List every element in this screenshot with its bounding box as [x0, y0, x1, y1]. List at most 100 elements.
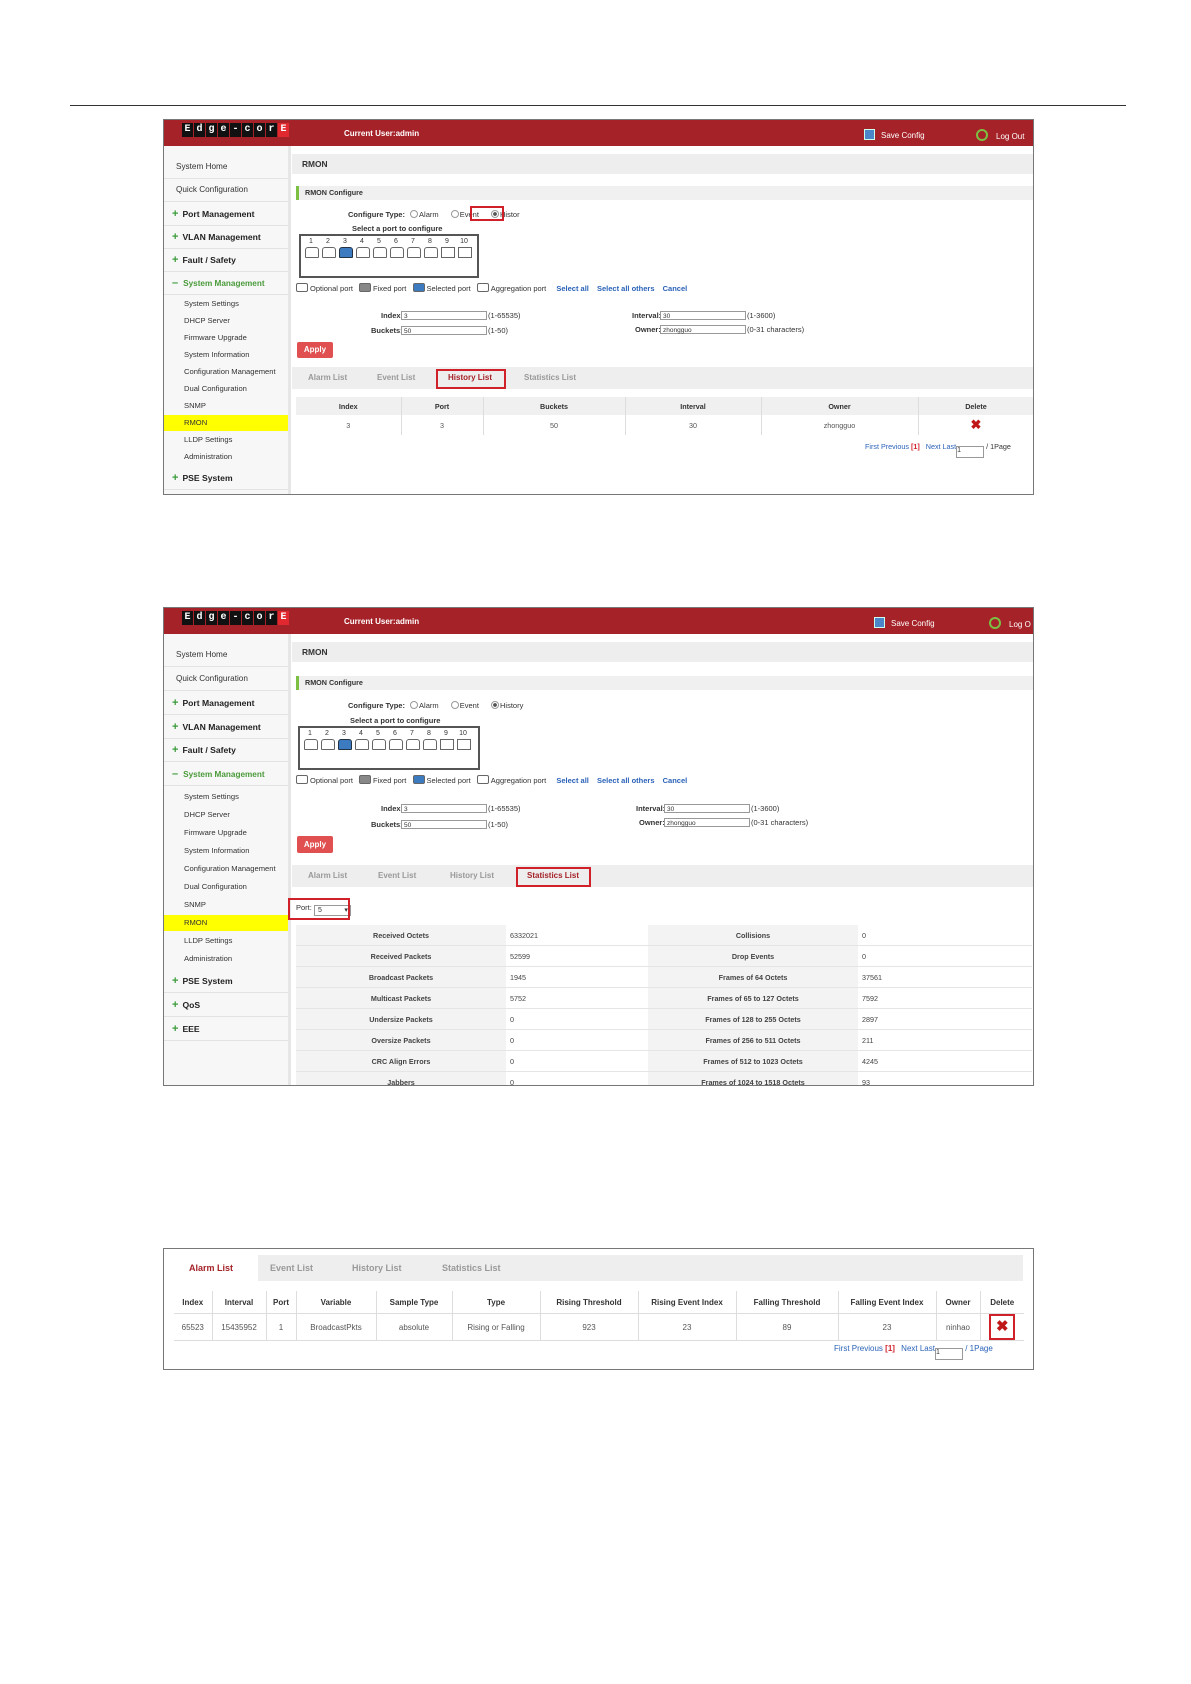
tab-event-list[interactable]: Event List — [270, 1255, 313, 1281]
last-page-link[interactable]: Last — [920, 1344, 935, 1353]
cancel-link[interactable]: Cancel — [663, 776, 688, 785]
port-icon[interactable] — [355, 739, 369, 750]
sidebar-sub-item[interactable]: SNMP — [164, 897, 288, 913]
port-icon[interactable] — [441, 247, 455, 258]
buckets-input[interactable]: 50 — [401, 820, 487, 829]
port-icon[interactable] — [321, 739, 335, 750]
sidebar-quick-config[interactable]: Quick Configuration — [164, 668, 288, 691]
radio-alarm[interactable] — [410, 701, 419, 709]
port-icon[interactable] — [356, 247, 370, 258]
port-icon-selected[interactable] — [338, 739, 352, 750]
sidebar-system-home[interactable]: System Home — [164, 644, 288, 667]
port-icon[interactable] — [457, 739, 471, 750]
sidebar-vlan-management[interactable]: VLAN Management — [164, 716, 288, 739]
sidebar-system-home[interactable]: System Home — [164, 156, 288, 179]
sidebar-sub-item[interactable]: Dual Configuration — [164, 381, 288, 397]
sidebar-vlan-management[interactable]: VLAN Management — [164, 226, 288, 249]
sidebar-pse-system[interactable]: PSE System — [164, 970, 288, 993]
sidebar-sub-item[interactable]: DHCP Server — [164, 807, 288, 823]
tab-history-list[interactable]: History List — [450, 865, 494, 887]
save-config-button[interactable]: Save Config — [874, 617, 935, 628]
sidebar-fault-safety[interactable]: Fault / Safety — [164, 249, 288, 272]
sidebar-sub-item[interactable]: Configuration Management — [164, 364, 288, 380]
port-icon[interactable] — [390, 247, 404, 258]
select-all-others-link[interactable]: Select all others — [597, 284, 655, 293]
port-icon[interactable] — [423, 739, 437, 750]
cancel-link[interactable]: Cancel — [663, 284, 688, 293]
tab-statistics-list[interactable]: Statistics List — [524, 367, 576, 389]
port-icon[interactable] — [406, 739, 420, 750]
apply-button[interactable]: Apply — [297, 342, 333, 358]
tab-statistics-list[interactable]: Statistics List — [442, 1255, 501, 1281]
radio-history[interactable] — [491, 701, 500, 709]
index-input[interactable]: 3 — [401, 311, 487, 320]
owner-input[interactable]: zhongguo — [664, 818, 750, 827]
next-page-link[interactable]: Next — [901, 1344, 917, 1353]
radio-event[interactable] — [450, 701, 459, 709]
tab-event-list[interactable]: Event List — [377, 367, 415, 389]
port-icon[interactable] — [440, 739, 454, 750]
radio-event[interactable] — [450, 210, 459, 218]
select-all-link[interactable]: Select all — [556, 776, 589, 785]
log-out-button[interactable]: Log O — [989, 617, 1031, 629]
sidebar-sub-item[interactable]: SNMP — [164, 398, 288, 414]
sidebar-sub-item[interactable]: Firmware Upgrade — [164, 330, 288, 346]
buckets-input[interactable]: 50 — [401, 326, 487, 335]
sidebar-sub-item[interactable]: Administration — [164, 951, 288, 967]
sidebar-sub-item[interactable]: LLDP Settings — [164, 933, 288, 949]
sidebar-quick-config[interactable]: Quick Configuration — [164, 179, 288, 202]
tab-alarm-list[interactable]: Alarm List — [308, 865, 347, 887]
port-icon[interactable] — [373, 247, 387, 258]
tab-history-list[interactable]: History List — [352, 1255, 402, 1281]
port-icon[interactable] — [424, 247, 438, 258]
select-all-others-link[interactable]: Select all others — [597, 776, 655, 785]
tab-alarm-list[interactable]: Alarm List — [189, 1255, 233, 1281]
index-input[interactable]: 3 — [401, 804, 487, 813]
port-icon[interactable] — [407, 247, 421, 258]
sidebar-sub-item[interactable]: System Settings — [164, 296, 288, 312]
sidebar-eee[interactable]: EEE — [164, 1018, 288, 1041]
port-icon[interactable] — [322, 247, 336, 258]
port-icon-selected[interactable] — [339, 247, 353, 258]
sidebar-sub-item[interactable]: System Information — [164, 347, 288, 363]
previous-page-link[interactable]: Previous — [852, 1344, 883, 1353]
sidebar-sub-item[interactable]: DHCP Server — [164, 313, 288, 329]
sidebar-sub-item[interactable]: Configuration Management — [164, 861, 288, 877]
port-icon[interactable] — [372, 739, 386, 750]
sidebar-port-management[interactable]: Port Management — [164, 692, 288, 715]
port-icon[interactable] — [389, 739, 403, 750]
last-page-link[interactable]: Last — [943, 442, 957, 451]
sidebar-sub-item[interactable]: System Settings — [164, 789, 288, 805]
interval-input[interactable]: 30 — [664, 804, 750, 813]
sidebar-sub-item[interactable]: Dual Configuration — [164, 879, 288, 895]
interval-input[interactable]: 30 — [660, 311, 746, 320]
sidebar-pse-system[interactable]: PSE System — [164, 467, 288, 490]
port-icon[interactable] — [304, 739, 318, 750]
owner-input[interactable]: zhongguo — [660, 325, 746, 334]
sidebar-sub-item[interactable]: Firmware Upgrade — [164, 825, 288, 841]
sidebar-sub-item[interactable]: Administration — [164, 449, 288, 465]
apply-button[interactable]: Apply — [297, 836, 333, 853]
sidebar-sub-item[interactable]: LLDP Settings — [164, 432, 288, 448]
first-page-link[interactable]: First — [865, 442, 879, 451]
sidebar-sub-item-rmon[interactable]: RMON — [164, 915, 288, 931]
log-out-button[interactable]: Log Out — [976, 129, 1024, 141]
delete-x-icon[interactable]: ✖ — [989, 1314, 1016, 1340]
select-all-link[interactable]: Select all — [556, 284, 589, 293]
tab-event-list[interactable]: Event List — [378, 865, 416, 887]
sidebar-system-management[interactable]: System Management — [164, 272, 288, 295]
save-config-button[interactable]: Save Config — [864, 129, 925, 140]
sidebar-port-management[interactable]: Port Management — [164, 203, 288, 226]
sidebar-sub-item-rmon[interactable]: RMON — [164, 415, 288, 431]
tab-alarm-list[interactable]: Alarm List — [308, 367, 347, 389]
next-page-link[interactable]: Next — [926, 442, 941, 451]
sidebar-qos[interactable]: QoS — [164, 994, 288, 1017]
sidebar-system-management[interactable]: System Management — [164, 763, 288, 786]
delete-x-icon[interactable]: ✖ — [971, 417, 982, 432]
port-icon[interactable] — [305, 247, 319, 258]
previous-page-link[interactable]: Previous — [881, 442, 909, 451]
first-page-link[interactable]: First — [834, 1344, 850, 1353]
page-input[interactable]: 1 — [956, 446, 985, 458]
page-input[interactable]: 1 — [934, 1348, 963, 1360]
port-icon[interactable] — [458, 247, 472, 258]
